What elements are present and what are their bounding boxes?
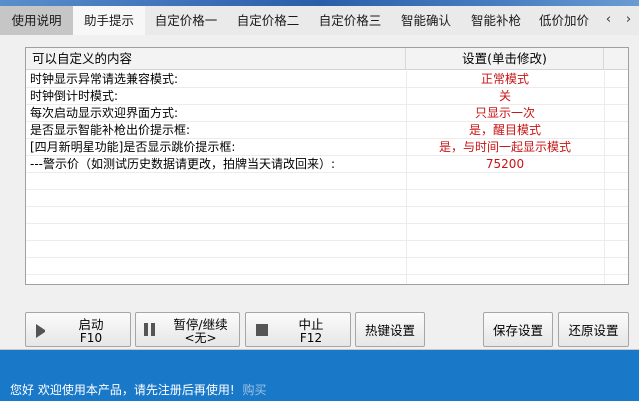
- tab-scroll-right-icon[interactable]: ›: [620, 10, 637, 31]
- setting-value[interactable]: 是，醒目模式: [406, 122, 604, 139]
- stop-icon: [256, 324, 268, 336]
- pause-icon: [144, 323, 158, 337]
- stop-button-label: 中止: [298, 317, 324, 332]
- settings-list-header: 可以自定义的内容 设置(单击修改): [26, 48, 628, 70]
- setting-name: 时钟倒计时模式:: [30, 89, 119, 103]
- settings-row[interactable]: 时钟显示异常请选兼容模式: 正常模式: [26, 71, 628, 88]
- save-settings-button[interactable]: 保存设置: [483, 312, 553, 347]
- setting-name: 每次启动显示欢迎界面方式:: [30, 106, 179, 120]
- start-button-label: 启动: [78, 317, 104, 332]
- hotkey-settings-button[interactable]: 热键设置: [355, 312, 425, 347]
- start-button[interactable]: 启动 F10: [25, 312, 131, 347]
- settings-row[interactable]: 每次启动显示欢迎界面方式: 只显示一次: [26, 105, 628, 122]
- tab-assistant-tips[interactable]: 助手提示: [73, 6, 145, 35]
- tab-smart-refill[interactable]: 智能补枪: [461, 6, 531, 35]
- settings-list-body: 时钟显示异常请选兼容模式: 正常模式 时钟倒计时模式: 关 每次启动显示欢迎界面…: [26, 71, 628, 284]
- column-divider: [406, 71, 407, 284]
- column-header-value[interactable]: 设置(单击修改): [406, 48, 604, 70]
- play-icon: [36, 324, 50, 338]
- status-bar: 您好 欢迎使用本产品，请先注册后再使用! 购买: [0, 380, 639, 401]
- setting-name: 是否显示智能补枪出价提示框:: [30, 123, 191, 137]
- tab-smart-confirm[interactable]: 智能确认: [391, 6, 461, 35]
- tab-scroll-left-icon[interactable]: ‹: [600, 10, 617, 31]
- settings-row[interactable]: ---警示价（如测试历史数据请更改，拍牌当天请改回来）: 75200: [26, 156, 628, 173]
- column-divider: [604, 71, 605, 284]
- restore-settings-button[interactable]: 还原设置: [558, 312, 629, 347]
- settings-row[interactable]: [四月新明星功能]是否显示跳价提示框: 是，与时间一起显示模式: [26, 139, 628, 156]
- buy-link[interactable]: 购买: [242, 383, 266, 397]
- save-settings-label: 保存设置: [492, 323, 543, 338]
- setting-name: [四月新明星功能]是否显示跳价提示框:: [30, 140, 236, 154]
- setting-name: 时钟显示异常请选兼容模式:: [30, 72, 179, 86]
- stop-hotkey-label: F12: [299, 331, 323, 345]
- stop-button[interactable]: 中止 F12: [245, 312, 351, 347]
- restore-settings-label: 还原设置: [568, 323, 619, 338]
- tab-custom-price-3[interactable]: 自定价格三: [309, 6, 391, 35]
- tab-low-price-raise[interactable]: 低价加价: [531, 6, 597, 35]
- settings-list[interactable]: 可以自定义的内容 设置(单击修改) 时钟显示异常请选兼容模式: 正常模式 时钟倒…: [25, 47, 629, 285]
- tab-bar: 使用说明 助手提示 自定价格一 自定价格二 自定价格三 智能确认 智能补枪 低价…: [0, 6, 639, 35]
- tab-instructions[interactable]: 使用说明: [0, 6, 73, 35]
- setting-value[interactable]: 75200: [406, 156, 604, 173]
- setting-value[interactable]: 只显示一次: [406, 105, 604, 122]
- main-panel: 使用说明 助手提示 自定价格一 自定价格二 自定价格三 智能确认 智能补枪 低价…: [0, 6, 639, 350]
- setting-name: ---警示价（如测试历史数据请更改，拍牌当天请改回来）:: [30, 157, 336, 171]
- hotkey-settings-label: 热键设置: [364, 323, 415, 338]
- setting-value[interactable]: 关: [406, 88, 604, 105]
- start-hotkey-label: F10: [79, 331, 103, 345]
- pause-resume-button[interactable]: 暂停/继续 <无>: [135, 312, 240, 347]
- tab-custom-price-2[interactable]: 自定价格二: [227, 6, 309, 35]
- setting-value[interactable]: 正常模式: [406, 71, 604, 88]
- pause-button-label: 暂停/继续: [173, 317, 228, 332]
- settings-row[interactable]: 是否显示智能补枪出价提示框: 是，醒目模式: [26, 122, 628, 139]
- status-message: 您好 欢迎使用本产品，请先注册后再使用!: [10, 383, 235, 397]
- settings-row[interactable]: 时钟倒计时模式: 关: [26, 88, 628, 105]
- setting-value[interactable]: 是，与时间一起显示模式: [406, 139, 604, 156]
- pause-hotkey-label: <无>: [184, 331, 217, 345]
- tab-custom-price-1[interactable]: 自定价格一: [145, 6, 227, 35]
- column-header-name[interactable]: 可以自定义的内容: [26, 48, 406, 70]
